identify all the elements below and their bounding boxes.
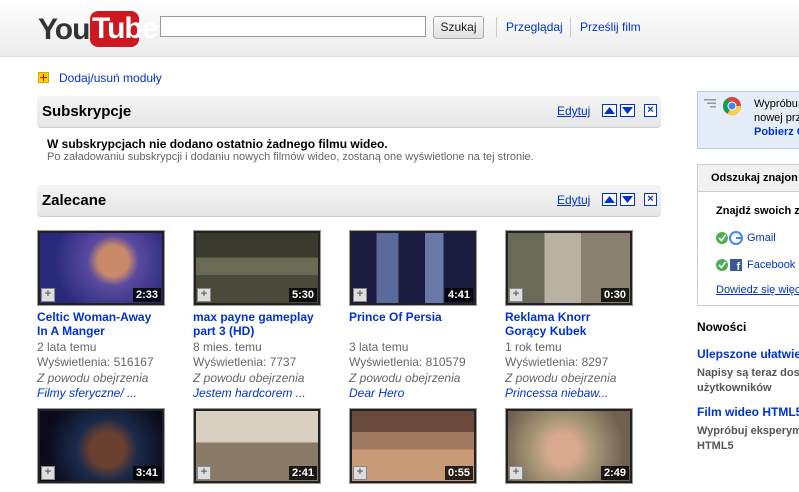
video-age: 1 rok temu [505,340,562,354]
logo-you-text: You [38,13,90,46]
recommended-title: Zalecane [42,192,107,209]
add-to-queue-icon[interactable]: + [197,466,211,480]
news-item-title[interactable]: Ulepszone ułatwie [697,347,799,361]
add-to-queue-icon[interactable]: + [197,288,211,302]
recommended-edit-link[interactable]: Edytuj [557,193,590,207]
add-to-queue-icon[interactable]: + [41,466,55,480]
chrome-promo-box[interactable]: Wypróbu nowej prz Pobierz C [697,91,799,149]
close-icon[interactable]: × [644,193,657,206]
video-reason: Z powodu obejrzenia [349,371,461,385]
video-views: Wyświetlenia: 8297 [505,355,609,369]
facebook-icon: f [716,259,742,272]
gmail-icon [716,231,743,245]
header: You Tube Szukaj Przeglądaj Prześlij film [0,0,799,57]
find-friends-subtitle: Znajdź swoich z [716,205,799,217]
add-to-queue-icon[interactable]: + [353,288,367,302]
video-because-link[interactable]: Jestem hardcorem ... [193,386,333,400]
subscriptions-title: Subskrypcje [42,103,132,120]
video-views: Wyświetlenia: 7737 [193,355,297,369]
video-reason: Z powodu obejrzenia [193,371,305,385]
video-title[interactable]: Reklama Knorr Gorący Kubek [505,310,633,338]
svg-text:f: f [737,261,741,272]
video-thumbnail[interactable]: + 5:30 [193,230,321,306]
video-title[interactable]: Celtic Woman-Away In A Manger [37,310,165,338]
find-friends-title: Odszukaj znajon [711,172,798,184]
plus-icon [38,72,49,83]
video-age: 2 lata temu [37,340,97,354]
video-thumbnail[interactable]: + 2:49 [505,408,633,484]
video-views: Wyświetlenia: 810579 [349,355,466,369]
add-to-queue-icon[interactable]: + [353,466,367,480]
news-item-text: Napisy są teraz dos [697,367,799,379]
video-thumbnail[interactable]: + 4:41 [349,230,477,306]
video-title[interactable]: max payne gameplay part 3 (HD) [193,310,321,338]
video-thumbnail[interactable]: + 2:33 [37,230,165,306]
nav-separator [496,17,497,37]
video-duration: 3:41 [132,466,161,480]
video-duration: 2:49 [600,466,629,480]
close-icon[interactable]: × [644,104,657,117]
subscriptions-module-header: Subskrypcje Edytuj × [37,96,661,128]
add-modules-link[interactable]: Dodaj/usuń moduły [59,71,162,85]
search-button[interactable]: Szukaj [433,16,484,39]
video-because-link[interactable]: Dear Hero [349,386,489,400]
move-down-icon[interactable] [620,104,635,117]
subscriptions-edit-link[interactable]: Edytuj [557,104,590,118]
move-up-icon[interactable] [602,104,617,117]
subscriptions-empty-text: Po załadowaniu subskrypcji i dodaniu now… [47,151,534,163]
video-thumbnail[interactable]: + 2:41 [193,408,321,484]
add-to-queue-icon[interactable]: + [509,288,523,302]
news-heading: Nowości [697,320,747,334]
video-duration: 4:41 [444,288,473,302]
video-thumbnail[interactable]: + 3:41 [37,408,165,484]
add-to-queue-icon[interactable]: + [41,288,55,302]
promo-text-line2: nowej prz [754,112,799,124]
search-input[interactable] [160,16,426,37]
video-duration: 2:41 [288,466,317,480]
list-icon [704,99,716,108]
news-item-title[interactable]: Film wideo HTML5 [697,405,799,419]
move-up-icon[interactable] [602,193,617,206]
video-because-link[interactable]: Filmy sferyczne/ ... [37,386,177,400]
video-reason: Z powodu obejrzenia [37,371,149,385]
video-because-link[interactable]: Princessa niebaw... [505,386,645,400]
nav-separator [570,17,571,37]
promo-download-link[interactable]: Pobierz C [754,126,799,138]
subscriptions-empty-heading: W subskrypcjach nie dodano ostatnio żadn… [47,137,388,151]
video-views: Wyświetlenia: 516167 [37,355,154,369]
logo-tube-text: Tube [90,11,158,47]
promo-text-line1: Wypróbu [754,98,798,110]
gmail-link[interactable]: Gmail [747,232,776,244]
add-to-queue-icon[interactable]: + [509,466,523,480]
recommended-module-header: Zalecane Edytuj × [37,185,661,217]
nav-upload-link[interactable]: Prześlij film [580,20,641,34]
news-item-text: HTML5 [697,440,734,452]
video-duration: 0:30 [600,288,629,302]
video-duration: 0:55 [444,466,473,480]
learn-more-link[interactable]: Dowiedz się więc [716,284,799,296]
video-age: 8 mies. temu [193,340,262,354]
video-duration: 2:33 [132,288,161,302]
find-friends-header: Odszukaj znajon [698,165,799,192]
video-duration: 5:30 [288,288,317,302]
nav-browse-link[interactable]: Przeglądaj [506,20,563,34]
news-item-text: użytkowników [697,382,772,394]
facebook-link[interactable]: Facebook [747,259,795,271]
news-item-text: Wypróbuj eksperym [697,425,799,437]
video-title[interactable]: Prince Of Persia [349,310,477,324]
find-friends-box: Odszukaj znajon Znajdź swoich z Gmail f … [697,164,799,306]
video-thumbnail[interactable]: + 0:30 [505,230,633,306]
video-age: 3 lata temu [349,340,409,354]
video-reason: Z powodu obejrzenia [505,371,617,385]
move-down-icon[interactable] [620,193,635,206]
video-thumbnail[interactable]: + 0:55 [349,408,477,484]
chrome-icon [723,97,741,116]
